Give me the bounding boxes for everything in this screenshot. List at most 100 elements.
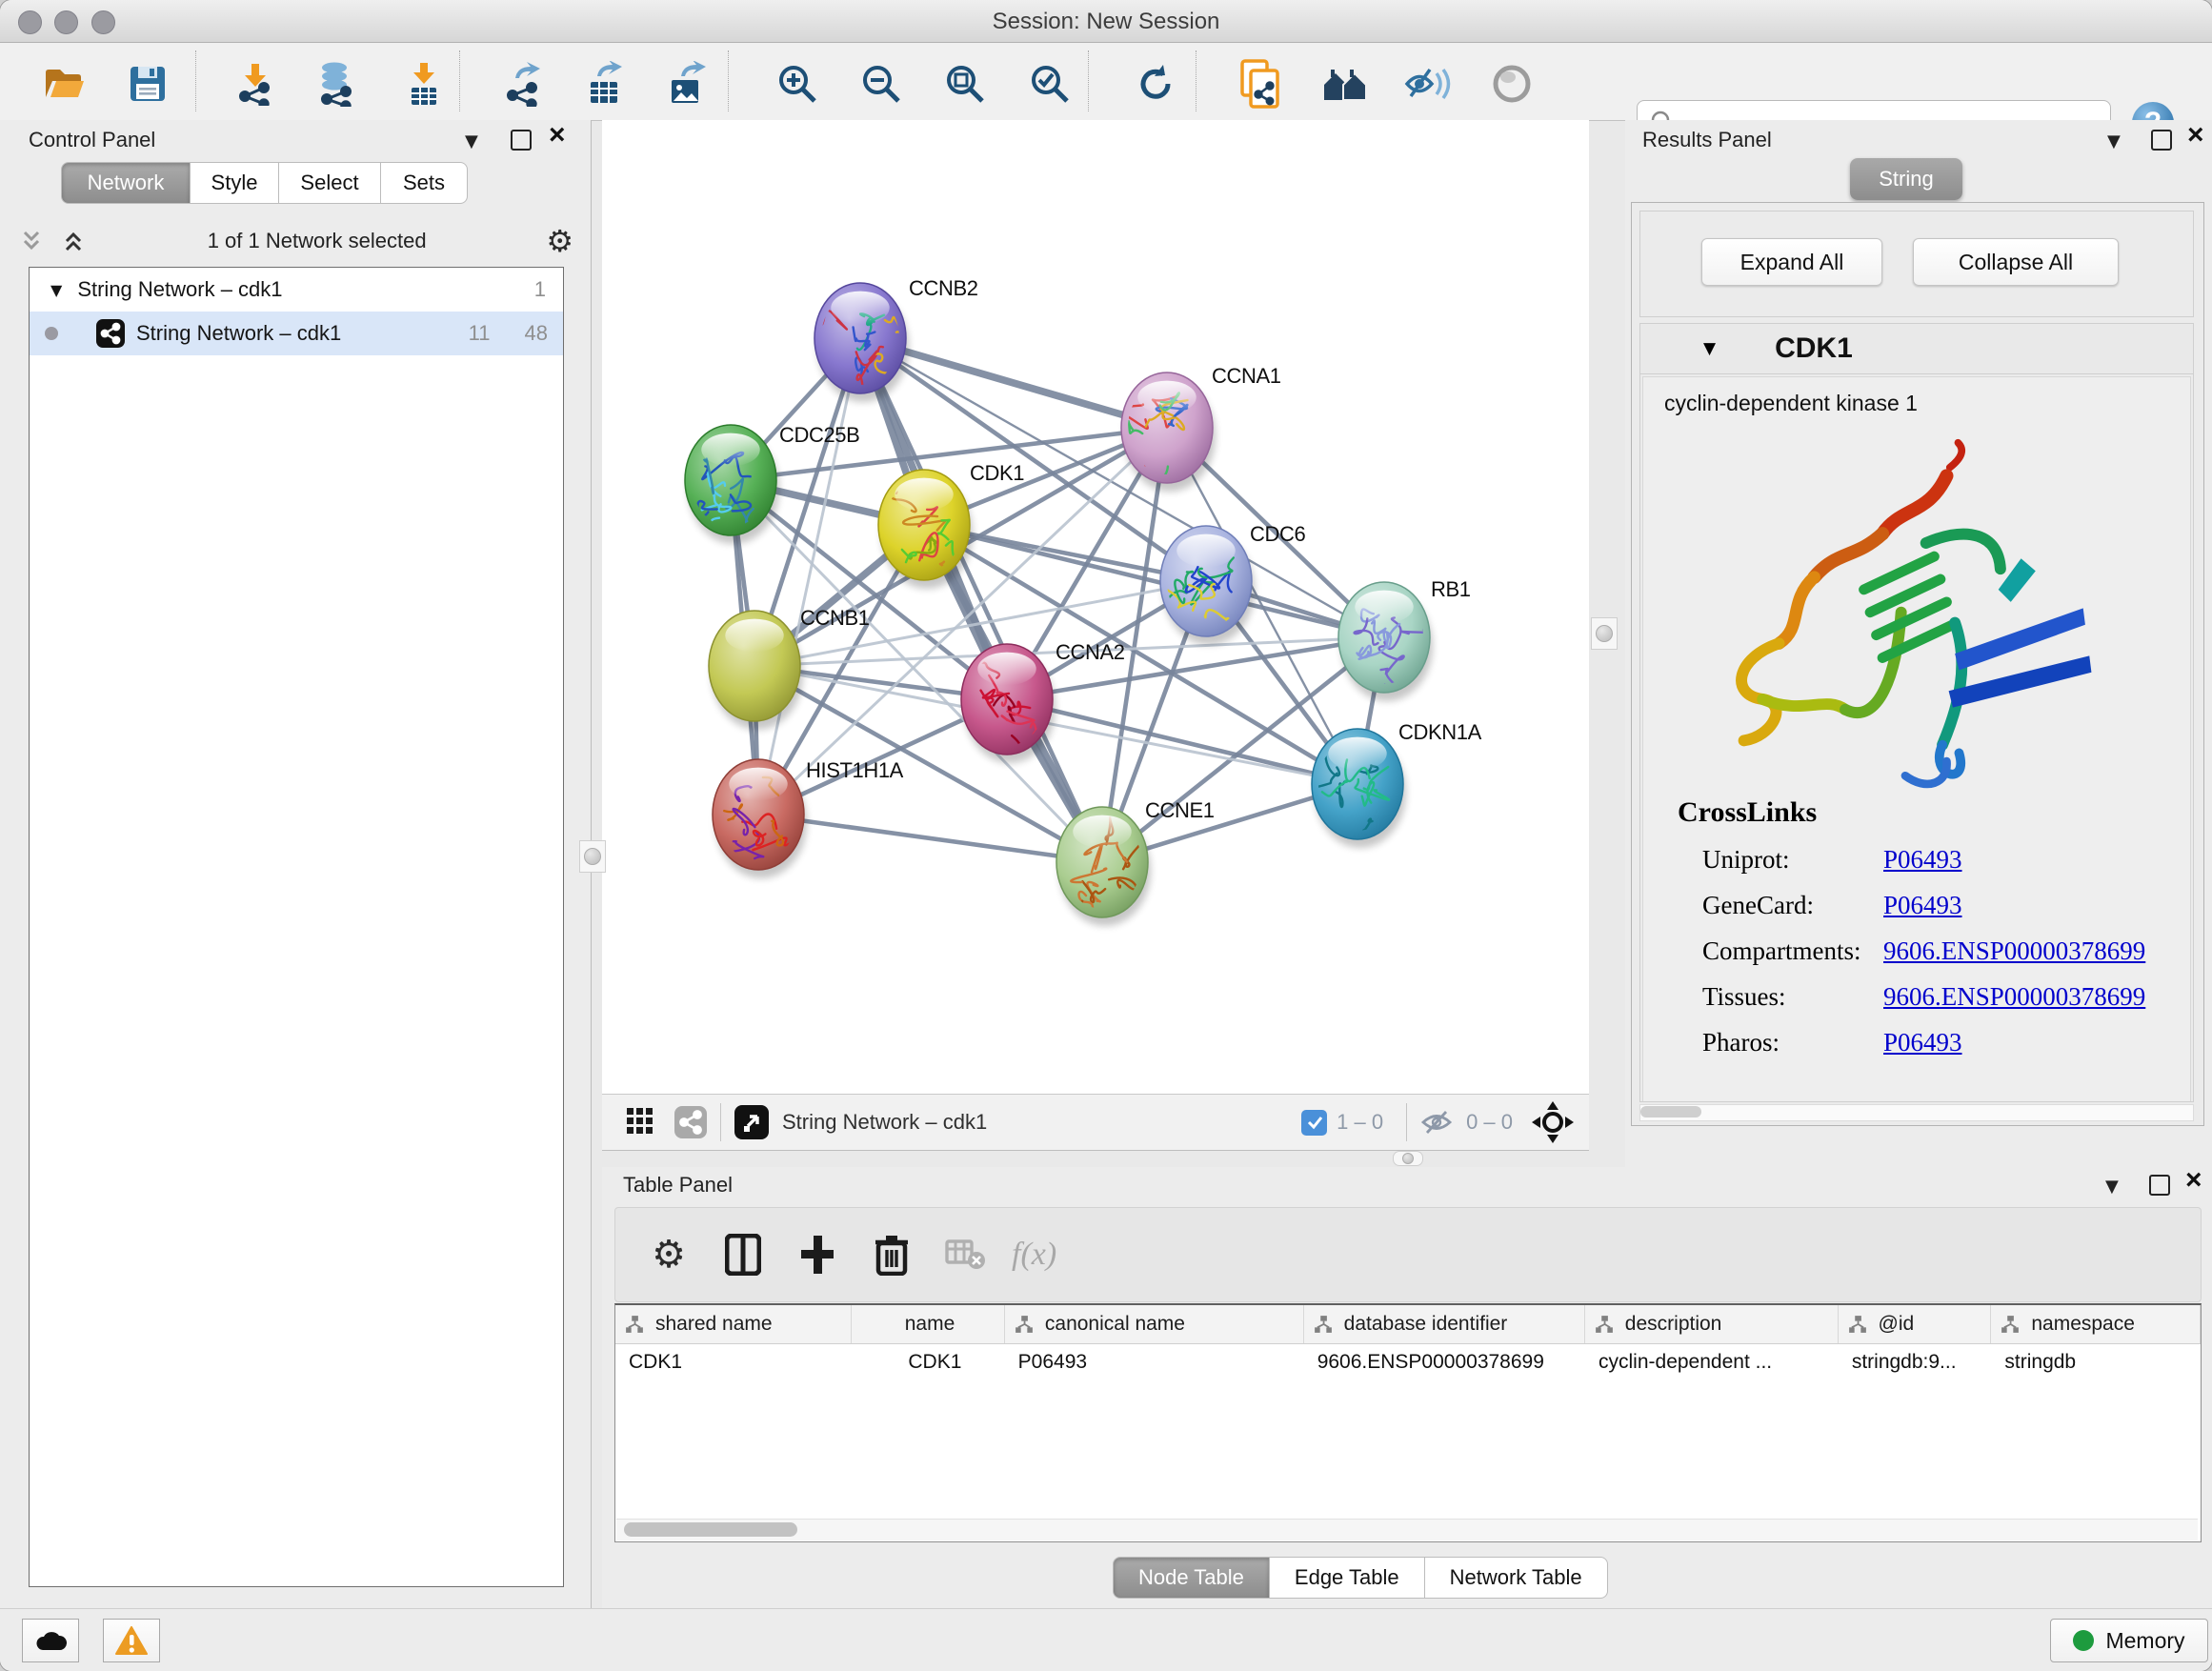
protein-collapse-caret[interactable]: ▼ [1703, 339, 1716, 358]
string-network-graph[interactable]: CCNB2CCNA1CDC25BCDK1CDC6RB1CCNB1CCNA2CDK… [602, 120, 1589, 1094]
tab-network[interactable]: Network [61, 162, 191, 204]
import-network-database-button[interactable] [312, 60, 360, 108]
tab-sets[interactable]: Sets [381, 162, 468, 204]
warnings-button[interactable] [103, 1619, 160, 1662]
network-selection-status: 1 of 1 Network selected [88, 229, 546, 253]
export-table-icon [584, 61, 626, 107]
expand-all-icon[interactable] [59, 227, 88, 255]
node-label-hist1h1a: HIST1H1A [806, 758, 904, 782]
hidden-eye-slash-icon[interactable] [1420, 1108, 1457, 1137]
tab-string-results[interactable]: String [1850, 158, 1962, 200]
node-table[interactable]: shared namenamecanonical namedatabase id… [614, 1303, 2202, 1542]
memory-label: Memory [2105, 1628, 2184, 1654]
memory-button[interactable]: Memory [2050, 1619, 2208, 1662]
grid-view-icon[interactable] [627, 1108, 655, 1137]
results-horizontal-scrollbar[interactable] [1639, 1104, 2194, 1121]
results-panel-menu-caret[interactable]: ▼ [2107, 131, 2121, 151]
collapse-all-icon[interactable] [17, 227, 46, 255]
function-builder-fx[interactable]: f(x) [1012, 1237, 1056, 1273]
cloud-button[interactable] [22, 1619, 79, 1662]
network-view-toolbar: String Network – cdk1 1 – 0 0 – 0 [602, 1094, 1589, 1151]
results-panel-float-icon[interactable] [2151, 130, 2172, 151]
application-window: Session: New Session [0, 0, 2212, 1671]
column-header-description[interactable]: description [1585, 1305, 1839, 1343]
table-cell[interactable]: P06493 [1005, 1351, 1304, 1374]
crosslink-link[interactable]: 9606.ENSP00000378699 [1883, 936, 2145, 966]
open-session-button[interactable] [41, 60, 89, 108]
enhanced-graphics-toggle-button[interactable] [1404, 60, 1452, 108]
table-cell[interactable]: stringdb [1991, 1351, 2201, 1374]
expand-all-button[interactable]: Expand All [1701, 238, 1882, 286]
tab-edge-table[interactable]: Edge Table [1270, 1557, 1425, 1599]
results-panel-close-icon[interactable]: × [2187, 126, 2204, 145]
control-panel-menu-caret[interactable]: ▼ [465, 131, 478, 151]
string-home-button[interactable] [1322, 60, 1370, 108]
delete-column-trash-icon[interactable] [871, 1234, 913, 1276]
export-table-button[interactable] [581, 60, 629, 108]
table-options-gear-icon[interactable]: ⚙ [648, 1234, 690, 1276]
table-cell[interactable]: CDK1 [852, 1351, 1005, 1374]
create-column-plus-icon[interactable] [796, 1234, 838, 1276]
table-scrollbar-thumb[interactable] [624, 1522, 797, 1537]
import-network-file-button[interactable] [231, 60, 279, 108]
export-image-button[interactable] [663, 60, 711, 108]
fit-content-target-icon[interactable] [1532, 1101, 1574, 1143]
column-header-namespace[interactable]: namespace [1991, 1305, 2201, 1343]
tab-node-table[interactable]: Node Table [1113, 1557, 1270, 1599]
show-graphics-details-button[interactable] [1488, 60, 1536, 108]
zoom-out-button[interactable] [857, 60, 905, 108]
zoom-in-button[interactable] [774, 60, 821, 108]
network-view-canvas[interactable]: CCNB2CCNA1CDC25BCDK1CDC6RB1CCNB1CCNA2CDK… [602, 120, 1589, 1094]
table-cell[interactable]: CDK1 [615, 1351, 852, 1374]
column-header-name[interactable]: name [852, 1305, 1005, 1343]
control-panel-float-icon[interactable] [511, 130, 532, 151]
clone-network-button[interactable] [1237, 60, 1284, 108]
birds-eye-view-icon[interactable] [734, 1105, 769, 1139]
tree-expand-caret[interactable]: ▼ [50, 281, 62, 299]
network-options-gear-icon[interactable]: ⚙ [546, 223, 573, 259]
protein-section-header[interactable]: ▼ CDK1 [1640, 324, 2193, 374]
table-panel-float-icon[interactable] [2149, 1175, 2170, 1196]
column-header-database-identifier[interactable]: database identifier [1304, 1305, 1585, 1343]
right-splitter-handle[interactable] [1591, 617, 1618, 650]
network-collection-row[interactable]: ▼ String Network – cdk1 1 [30, 268, 563, 312]
table-row[interactable]: CDK1CDK1P064939606.ENSP00000378699cyclin… [615, 1344, 2201, 1380]
column-header--id[interactable]: @id [1839, 1305, 1992, 1343]
bottom-splitter-handle[interactable] [1393, 1151, 1423, 1166]
selected-checkbox[interactable] [1301, 1110, 1327, 1136]
table-panel-menu-caret[interactable]: ▼ [2105, 1177, 2119, 1197]
crosslink-label: Pharos: [1702, 1028, 1883, 1057]
cloud-icon [34, 1629, 67, 1652]
table-cell[interactable]: 9606.ENSP00000378699 [1304, 1351, 1585, 1374]
results-scrollbar-thumb[interactable] [1640, 1106, 1701, 1117]
column-header-shared-name[interactable]: shared name [615, 1305, 852, 1343]
show-columns-icon[interactable] [722, 1234, 764, 1276]
column-header-canonical-name[interactable]: canonical name [1005, 1305, 1304, 1343]
crosslink-link[interactable]: P06493 [1883, 891, 1962, 920]
tab-network-table[interactable]: Network Table [1425, 1557, 1608, 1599]
zoom-selected-button[interactable] [1026, 60, 1074, 108]
crosslink-link[interactable]: P06493 [1883, 845, 1962, 875]
export-network-button[interactable] [499, 60, 547, 108]
network-row[interactable]: String Network – cdk1 11 48 [30, 312, 563, 355]
export-network-icon [502, 61, 544, 107]
table-cell[interactable]: cyclin-dependent ... [1585, 1351, 1839, 1374]
table-panel-close-icon[interactable]: × [2185, 1171, 2202, 1190]
table-cell[interactable]: stringdb:9... [1839, 1351, 1992, 1374]
crosslink-link[interactable]: P06493 [1883, 1028, 1962, 1057]
table-horizontal-scrollbar[interactable] [616, 1519, 2198, 1540]
save-session-button[interactable] [124, 60, 171, 108]
refresh-view-button[interactable] [1132, 60, 1179, 108]
network-view-share-icon[interactable] [674, 1106, 707, 1138]
tab-select[interactable]: Select [279, 162, 381, 204]
crosslink-link[interactable]: 9606.ENSP00000378699 [1883, 982, 2145, 1012]
import-table-icon [404, 61, 444, 107]
delete-table-icon[interactable] [945, 1234, 987, 1276]
crosslinks-block: CrossLinks Uniprot:P06493GeneCard:P06493… [1678, 796, 2145, 1057]
control-panel-close-icon[interactable]: × [549, 126, 566, 145]
tab-style[interactable]: Style [191, 162, 279, 204]
import-table-file-button[interactable] [400, 60, 448, 108]
zoom-fit-button[interactable] [941, 60, 989, 108]
collapse-all-button[interactable]: Collapse All [1913, 238, 2119, 286]
left-splitter-handle[interactable] [579, 840, 606, 873]
